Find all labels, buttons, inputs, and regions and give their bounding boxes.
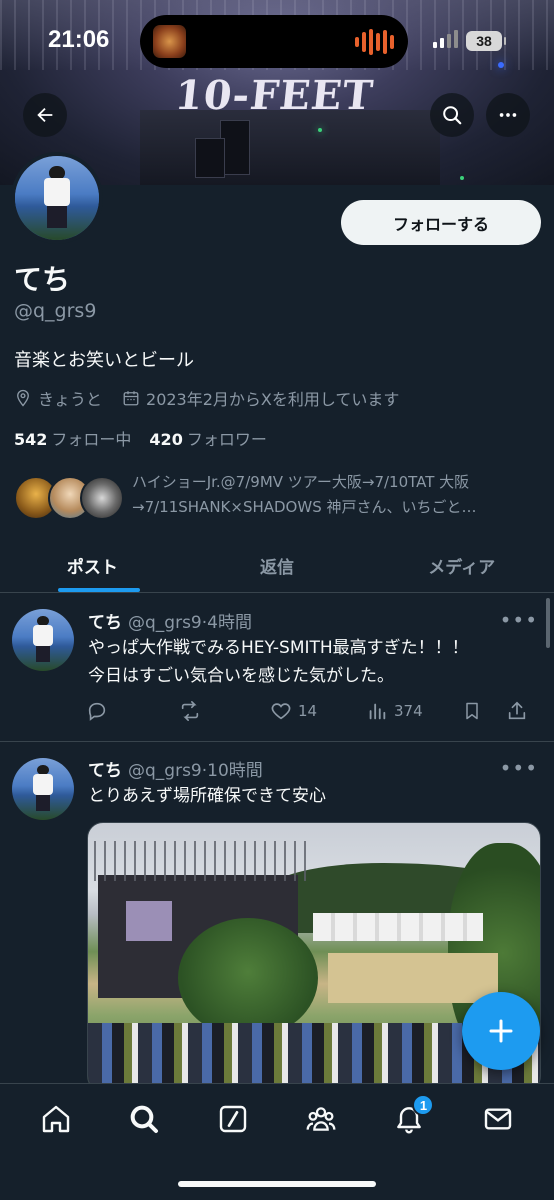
compose-post-button[interactable] <box>462 992 540 1070</box>
bookmark-button[interactable] <box>462 700 506 722</box>
communities-icon <box>306 1107 336 1131</box>
profile-bio: 音楽とお笑いとビール <box>14 350 194 371</box>
post-author-handle: @q_grs9 <box>128 613 202 633</box>
follower-avatar <box>80 476 124 520</box>
profile-meta: きょうと 2023年2月からXを利用しています <box>14 386 419 410</box>
followers-label: フォロワー <box>186 430 267 449</box>
battery-indicator: 38 <box>466 31 506 51</box>
reply-button[interactable] <box>86 700 178 722</box>
tab-posts[interactable]: ポスト <box>0 538 185 592</box>
banner-amp <box>195 138 225 178</box>
nav-communities[interactable] <box>298 1098 344 1140</box>
followed-by-line: →7/11SHANK×SHADOWS 神戸さん、いちごと… <box>132 498 477 516</box>
followed-by-text: ハイショーJr.@7/9MV ツアー大阪→7/10TAT 大阪 →7/11SHA… <box>132 470 542 520</box>
plus-icon <box>489 1019 513 1043</box>
reply-icon <box>88 702 106 721</box>
share-button[interactable] <box>506 700 528 722</box>
post-text-line: とりあえず場所確保できて安心 <box>88 786 326 806</box>
search-icon <box>443 106 462 125</box>
heart-icon <box>271 703 291 720</box>
joined-text: 2023年2月からXを利用しています <box>146 390 400 409</box>
followers-link[interactable]: 420 フォロワー <box>149 426 266 450</box>
post-time: 10時間 <box>207 761 263 781</box>
post-author-handle: @q_grs9 <box>128 761 202 781</box>
profile-joined: 2023年2月からXを利用しています <box>122 386 399 410</box>
bookmark-icon <box>466 702 478 720</box>
tab-replies[interactable]: 返信 <box>185 538 370 592</box>
post-time: 4時間 <box>207 613 252 633</box>
following-link[interactable]: 542 フォロー中 <box>14 426 131 450</box>
followers-count: 420 <box>149 430 183 449</box>
tab-media[interactable]: メディア <box>369 538 554 592</box>
view-count: 374 <box>394 702 423 720</box>
share-icon <box>508 701 526 720</box>
location-pin-icon <box>17 389 29 407</box>
banner-light <box>460 176 464 180</box>
post-text: とりあえず場所確保できて安心 <box>88 782 543 810</box>
followed-by-avatars <box>14 476 124 522</box>
mail-icon <box>484 1108 511 1130</box>
location-text: きょうと <box>38 390 103 409</box>
banner-stage <box>140 110 440 185</box>
status-bar: 21:06 38 <box>0 0 554 80</box>
nav-grok[interactable] <box>210 1098 256 1140</box>
views-button[interactable]: 374 <box>366 700 462 722</box>
arrow-left-icon <box>37 107 53 123</box>
calendar-icon <box>123 391 139 406</box>
following-label: フォロー中 <box>51 430 132 449</box>
profile-location: きょうと <box>14 386 102 410</box>
post-more-icon[interactable]: ••• <box>500 756 538 780</box>
post-avatar[interactable] <box>12 758 74 820</box>
repost-button[interactable] <box>178 700 270 722</box>
dynamic-island[interactable] <box>140 15 408 68</box>
cellular-signal-icon <box>433 30 458 48</box>
followed-by-line: ハイショーJr.@7/9MV ツアー大阪→7/10TAT 大阪 <box>132 473 470 491</box>
home-icon <box>42 1105 70 1133</box>
analytics-icon <box>369 703 386 720</box>
post-item[interactable]: てち @q_grs9·4時間 ••• やっぱ大作戦でみるHEY-SMITH最高すぎ… <box>0 594 554 740</box>
nav-home[interactable] <box>33 1098 79 1140</box>
back-button[interactable] <box>23 93 67 137</box>
nav-explore[interactable] <box>121 1098 167 1140</box>
nav-notifications[interactable]: 1 <box>386 1094 435 1140</box>
avatar-image <box>15 156 99 240</box>
now-playing-artwork <box>153 25 186 58</box>
like-button[interactable]: 14 <box>270 700 366 722</box>
post-text-line: やっぱ大作戦でみるHEY-SMITH最高すぎた！！！ <box>88 638 469 658</box>
search-icon <box>131 1105 159 1133</box>
profile-handle: @q_grs9 <box>14 300 97 322</box>
search-button[interactable] <box>430 93 474 137</box>
nav-messages[interactable] <box>475 1098 521 1140</box>
repost-icon <box>181 701 199 721</box>
profile-avatar[interactable] <box>11 152 103 244</box>
audio-waveform-icon <box>355 28 394 56</box>
like-count: 14 <box>298 702 318 720</box>
follow-stats: 542 フォロー中 420 フォロワー <box>14 426 267 450</box>
profile-name: てち <box>14 263 71 296</box>
post-header: てち @q_grs9·4時間 <box>88 613 252 633</box>
follow-button[interactable]: フォローする <box>341 200 541 245</box>
post-text: やっぱ大作戦でみるHEY-SMITH最高すぎた！！！ 今日はすごい気合いを感じた… <box>88 634 543 690</box>
post-actions: 14 374 <box>86 697 546 725</box>
grok-icon <box>219 1105 247 1133</box>
status-time: 21:06 <box>48 26 110 53</box>
post-avatar[interactable] <box>12 609 74 671</box>
profile-tabs: ポスト 返信 メディア <box>0 538 554 593</box>
home-indicator[interactable] <box>178 1181 376 1187</box>
post-more-icon[interactable]: ••• <box>500 608 538 632</box>
post-author-name: てち <box>88 613 122 633</box>
followed-by-row[interactable]: ハイショーJr.@7/9MV ツアー大阪→7/10TAT 大阪 →7/11SHA… <box>14 468 544 524</box>
more-horizontal-icon <box>499 113 517 117</box>
notification-badge: 1 <box>412 1094 435 1116</box>
following-count: 542 <box>14 430 48 449</box>
post-header: てち @q_grs9·10時間 <box>88 761 263 781</box>
banner-light <box>318 128 322 132</box>
more-options-button[interactable] <box>486 93 530 137</box>
post-author-name: てち <box>88 761 122 781</box>
post-text-line: 今日はすごい気合いを感じた気がした。 <box>88 666 394 686</box>
